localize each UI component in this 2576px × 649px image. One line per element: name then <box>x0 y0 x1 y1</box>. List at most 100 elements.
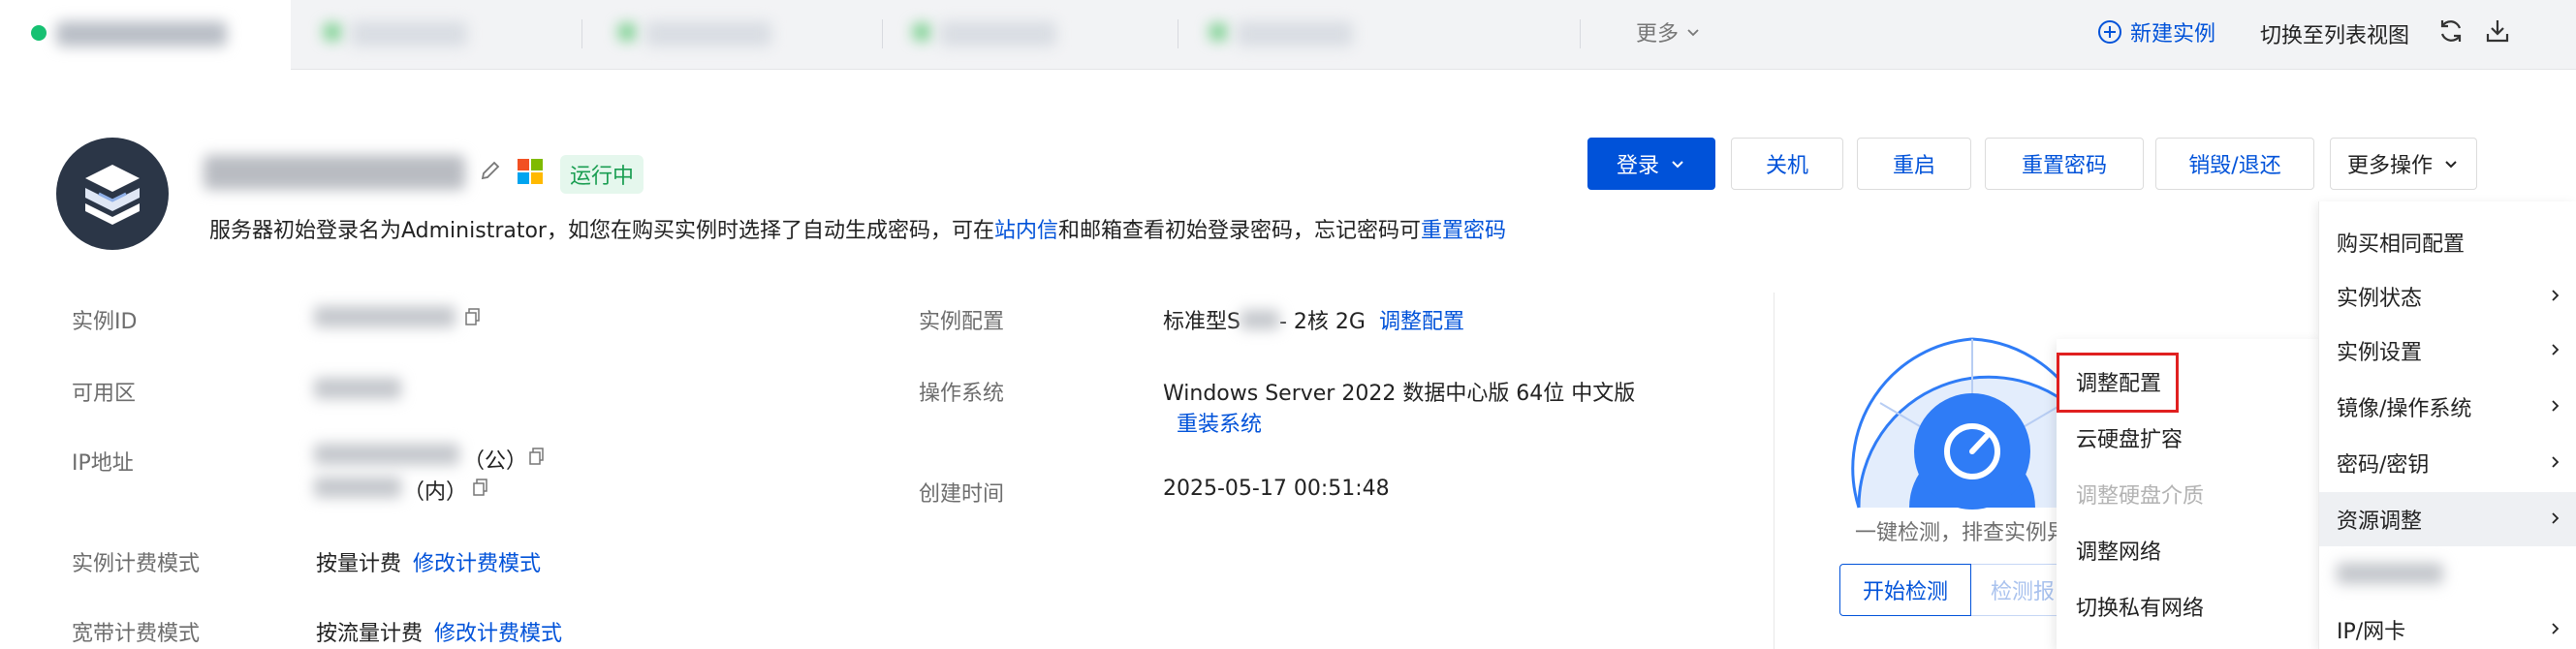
tab-list <box>291 0 1609 70</box>
tab-more-dropdown[interactable]: 更多 <box>1636 15 1702 48</box>
instance-id-value <box>314 306 456 327</box>
resource-adjust-submenu: 调整配置 云硬盘扩容 调整硬盘介质 调整网络 切换私有网络 <box>2057 339 2324 649</box>
login-button-label: 登录 <box>1616 154 1659 178</box>
public-ip-suffix: （公） <box>463 449 528 474</box>
tab-item[interactable] <box>351 21 467 46</box>
tab-current-instance[interactable] <box>0 0 291 70</box>
modify-billing-link[interactable]: 修改计费模式 <box>413 546 541 577</box>
menu-item-label: 实例设置 <box>2337 341 2423 365</box>
login-tip-middle: 和邮箱查看初始登录密码，忘记密码可 <box>1058 219 1422 243</box>
edit-pencil-icon[interactable] <box>479 159 502 182</box>
new-instance-button[interactable]: 新建实例 <box>2097 15 2215 48</box>
chevron-down-icon <box>1687 29 1699 37</box>
created-time-value: 2025-05-17 00:51:48 <box>1163 477 1390 501</box>
more-operations-menu: 购买相同配置 实例状态 实例设置 镜像/操作系统 密码/密钥 资源调整 IP/网… <box>2318 201 2576 649</box>
copy-icon[interactable] <box>473 479 488 496</box>
chevron-right-icon <box>2552 456 2560 468</box>
menu-item-instance-settings[interactable]: 实例设置 <box>2319 324 2576 378</box>
zone-label: 可用区 <box>72 382 137 406</box>
instance-avatar <box>56 138 169 250</box>
tab-item[interactable] <box>1237 21 1353 46</box>
menu-item-label: 实例状态 <box>2337 287 2423 311</box>
menu-item-label: IP/网卡 <box>2337 620 2406 644</box>
bandwidth-billing-value: 按流量计费 <box>316 622 424 646</box>
submenu-item-disk-expand[interactable]: 云硬盘扩容 <box>2076 422 2183 453</box>
menu-item-label: 镜像/操作系统 <box>2337 397 2472 421</box>
modify-bandwidth-billing-link[interactable]: 修改计费模式 <box>434 616 562 647</box>
instance-id-label: 实例ID <box>72 310 138 334</box>
section-divider <box>1774 293 1775 649</box>
copy-icon[interactable] <box>465 308 481 325</box>
submenu-item-switch-vpc[interactable]: 切换私有网络 <box>2076 591 2204 622</box>
copy-icon[interactable] <box>529 448 545 465</box>
private-ip-suffix: （内） <box>403 480 468 505</box>
menu-item-password-key[interactable]: 密码/密钥 <box>2319 436 2576 490</box>
restart-button[interactable]: 重启 <box>1857 138 1971 190</box>
instance-config-value: 标准型S - 2核 2G 调整配置 <box>1163 304 1464 335</box>
status-badge: 运行中 <box>560 155 644 194</box>
config-model-redacted <box>1240 310 1279 329</box>
tab-divider <box>581 19 582 48</box>
config-spec: - 2核 2G <box>1278 310 1366 334</box>
tab-more-label: 更多 <box>1636 22 1680 46</box>
inbox-link[interactable]: 站内信 <box>994 219 1058 243</box>
more-operations-button[interactable]: 更多操作 <box>2330 138 2477 190</box>
reinstall-os-link[interactable]: 重装系统 <box>1177 407 1262 438</box>
chevron-right-icon <box>2552 512 2560 524</box>
server-stack-icon <box>85 165 140 225</box>
more-operations-label: 更多操作 <box>2346 154 2433 178</box>
chevron-right-icon <box>2552 290 2560 301</box>
public-ip-value <box>314 444 459 465</box>
private-ip-value <box>314 477 401 498</box>
instance-config-label: 实例配置 <box>919 310 1005 334</box>
os-label: 操作系统 <box>919 382 1005 406</box>
menu-item-buy-same[interactable]: 购买相同配置 <box>2319 215 2576 269</box>
chevron-right-icon <box>2552 623 2560 634</box>
tab-status-icon <box>618 23 636 41</box>
billing-mode-label: 实例计费模式 <box>72 552 201 576</box>
submenu-item-disk-media: 调整硬盘介质 <box>2076 484 2205 509</box>
download-icon[interactable] <box>2483 16 2512 46</box>
windows-logo-icon <box>518 159 543 184</box>
zone-value <box>314 378 401 399</box>
chevron-down-icon <box>2445 161 2457 169</box>
shutdown-button[interactable]: 关机 <box>1731 138 1843 190</box>
tab-status-icon <box>324 23 341 41</box>
ip-address-label: IP地址 <box>72 451 134 476</box>
adjust-config-link[interactable]: 调整配置 <box>1379 304 1464 335</box>
tab-item[interactable] <box>645 21 771 46</box>
menu-item-instance-status[interactable]: 实例状态 <box>2319 269 2576 324</box>
tab-item[interactable] <box>940 21 1056 46</box>
submenu-item-adjust-network[interactable]: 调整网络 <box>2076 535 2161 566</box>
billing-mode-value: 按量计费 <box>316 552 402 576</box>
reset-password-button[interactable]: 重置密码 <box>1985 138 2144 190</box>
menu-item-label: 密码/密钥 <box>2337 453 2430 478</box>
check-report-button[interactable]: 检测报 <box>1971 564 2068 616</box>
created-time-label: 创建时间 <box>919 482 1005 507</box>
menu-item-image-os[interactable]: 镜像/操作系统 <box>2319 380 2576 434</box>
health-check-description: 一键检测，排查实例异 <box>1855 521 2069 545</box>
menu-item-redacted-label <box>2337 563 2443 584</box>
instance-name <box>204 155 465 190</box>
start-check-button[interactable]: 开始检测 <box>1839 564 1971 616</box>
login-button[interactable]: 登录 <box>1587 138 1715 190</box>
menu-item-redacted[interactable] <box>2319 546 2576 601</box>
submenu-item-adjust-config[interactable]: 调整配置 <box>2076 366 2161 397</box>
menu-item-resource-adjust[interactable]: 资源调整 <box>2319 492 2576 546</box>
login-tip-prefix: 服务器初始登录名为Administrator，如您在购买实例时选择了自动生成密码… <box>209 219 994 243</box>
chevron-right-icon <box>2552 400 2560 412</box>
os-value: Windows Server 2022 数据中心版 64位 中文版 <box>1163 382 1636 406</box>
config-type: 标准型S <box>1163 310 1241 334</box>
login-tip: 服务器初始登录名为Administrator，如您在购买实例时选择了自动生成密码… <box>209 213 1506 244</box>
switch-list-view-link[interactable]: 切换至列表视图 <box>2260 18 2409 49</box>
destroy-return-button[interactable]: 销毁/退还 <box>2155 138 2314 190</box>
refresh-icon[interactable] <box>2436 16 2466 46</box>
tab-instance-name <box>56 21 227 46</box>
reset-password-link[interactable]: 重置密码 <box>1421 219 1506 243</box>
menu-item-ip-nic[interactable]: IP/网卡 <box>2319 603 2576 649</box>
chevron-right-icon <box>2552 344 2560 355</box>
tab-status-icon <box>913 23 930 41</box>
tab-divider <box>882 19 883 48</box>
tab-status-icon <box>1209 23 1227 41</box>
plus-circle-icon <box>2098 20 2121 44</box>
